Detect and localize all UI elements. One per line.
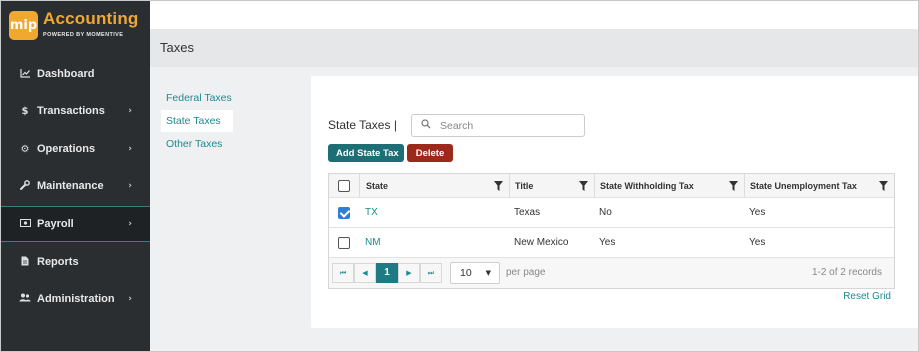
title-cell: Texas	[514, 207, 541, 218]
sidebar-item-label: Maintenance	[37, 180, 104, 192]
sidebar-item-label: Administration	[37, 293, 115, 305]
page-size-value: 10	[460, 267, 472, 279]
row-select-cell	[329, 198, 359, 227]
filter-icon[interactable]	[494, 181, 503, 191]
subnav-other-taxes[interactable]: Other Taxes	[161, 133, 227, 155]
chevron-right-icon: ›	[128, 219, 132, 229]
caret-down-icon: ▼	[485, 269, 491, 277]
sidebar-item-administration[interactable]: Administration ›	[1, 281, 150, 317]
filter-icon[interactable]	[579, 181, 588, 191]
row-select-cell	[329, 228, 359, 257]
sidebar-item-payroll[interactable]: Payroll ›	[1, 206, 150, 242]
reset-grid-link[interactable]: Reset Grid	[843, 291, 891, 302]
sidebar-item-reports[interactable]: Reports	[1, 244, 150, 280]
page-size-select[interactable]: 10 ▼	[450, 262, 500, 284]
add-state-tax-button[interactable]: Add State Tax	[328, 144, 404, 162]
state-cell: TX	[359, 198, 509, 227]
filter-icon[interactable]	[879, 181, 888, 191]
chevron-right-icon: ›	[128, 106, 132, 116]
state-cell: NM	[359, 228, 509, 257]
logo-title: Accounting	[43, 9, 139, 28]
chevron-right-icon: ›	[128, 294, 132, 304]
withholding-cell: Yes	[599, 237, 616, 248]
sidebar-item-label: Operations	[37, 143, 96, 155]
subnav-state-taxes[interactable]: State Taxes	[161, 110, 233, 132]
search-field[interactable]	[411, 114, 585, 137]
first-page-icon[interactable]: ⏮	[332, 263, 354, 283]
select-all-checkbox[interactable]	[338, 179, 350, 192]
page-header: Taxes	[150, 29, 918, 67]
sidebar-item-label: Payroll	[37, 218, 74, 230]
delete-button[interactable]: Delete	[407, 144, 453, 162]
grid-pager: ⏮ ◀ 1 ▶ ⏭ 10 ▼ per page 1-2 of 2 records	[329, 258, 894, 288]
document-icon	[19, 256, 31, 269]
state-link[interactable]: TX	[365, 207, 378, 218]
table-row[interactable]: NM New Mexico Yes Yes	[329, 228, 894, 258]
sidebar: mip Accounting POWERED BY MOMENTIVE Dash…	[1, 1, 150, 351]
prev-page-icon[interactable]: ◀	[354, 263, 376, 283]
column-header-withholding[interactable]: State Withholding Tax	[594, 174, 744, 197]
money-bill-icon	[19, 218, 31, 230]
column-header-state[interactable]: State	[359, 174, 509, 197]
column-header-title[interactable]: Title	[509, 174, 594, 197]
column-header-unemployment[interactable]: State Unemployment Tax	[744, 174, 894, 197]
users-icon	[19, 293, 31, 305]
subnav-federal-taxes[interactable]: Federal Taxes	[161, 87, 237, 109]
search-input[interactable]	[440, 118, 580, 133]
app-logo[interactable]: mip Accounting POWERED BY MOMENTIVE	[7, 7, 147, 45]
logo-badge: mip	[9, 11, 38, 40]
title-cell: New Mexico	[514, 237, 569, 248]
column-header-label: State	[366, 180, 389, 191]
filter-icon[interactable]	[729, 181, 738, 191]
column-header-label: State Withholding Tax	[600, 180, 694, 191]
sidebar-item-label: Dashboard	[37, 68, 95, 80]
select-all-cell	[329, 174, 359, 197]
section-title: State Taxes |	[328, 118, 397, 132]
page-number-button[interactable]: 1	[376, 263, 398, 283]
wrench-icon	[19, 179, 31, 193]
withholding-cell: No	[599, 207, 612, 218]
unemployment-cell: Yes	[749, 207, 766, 218]
chart-line-icon	[19, 68, 31, 81]
page-title: Taxes	[160, 40, 194, 55]
column-header-label: State Unemployment Tax	[750, 180, 857, 191]
row-checkbox[interactable]	[338, 236, 350, 249]
next-page-icon[interactable]: ▶	[398, 263, 420, 283]
sidebar-item-maintenance[interactable]: Maintenance ›	[1, 168, 150, 204]
last-page-icon[interactable]: ⏭	[420, 263, 442, 283]
gears-icon: ⚙	[20, 143, 30, 155]
row-checkbox[interactable]	[338, 206, 350, 219]
logo-subtitle: POWERED BY MOMENTIVE	[43, 32, 124, 38]
per-page-label: per page	[506, 267, 546, 278]
sidebar-item-operations[interactable]: ⚙ Operations ›	[1, 131, 150, 167]
sidebar-item-label: Reports	[37, 256, 79, 268]
record-count: 1-2 of 2 records	[811, 267, 882, 278]
grid-header-row: State Title State Withholding Tax State …	[329, 174, 894, 198]
sidebar-item-label: Transactions	[37, 105, 105, 117]
unemployment-cell: Yes	[749, 237, 766, 248]
chevron-right-icon: ›	[128, 144, 132, 154]
table-row[interactable]: TX Texas No Yes	[329, 198, 894, 228]
state-link[interactable]: NM	[365, 237, 381, 248]
column-header-label: Title	[515, 180, 534, 191]
state-taxes-grid: State Title State Withholding Tax State …	[328, 173, 895, 289]
chevron-right-icon: ›	[128, 181, 132, 191]
state-taxes-panel: State Taxes | Add State Tax Delete State…	[311, 76, 918, 328]
dollar-icon: $	[21, 105, 29, 117]
sidebar-item-transactions[interactable]: $ Transactions ›	[1, 93, 150, 129]
search-icon	[421, 119, 431, 129]
sidebar-item-dashboard[interactable]: Dashboard	[1, 56, 150, 92]
